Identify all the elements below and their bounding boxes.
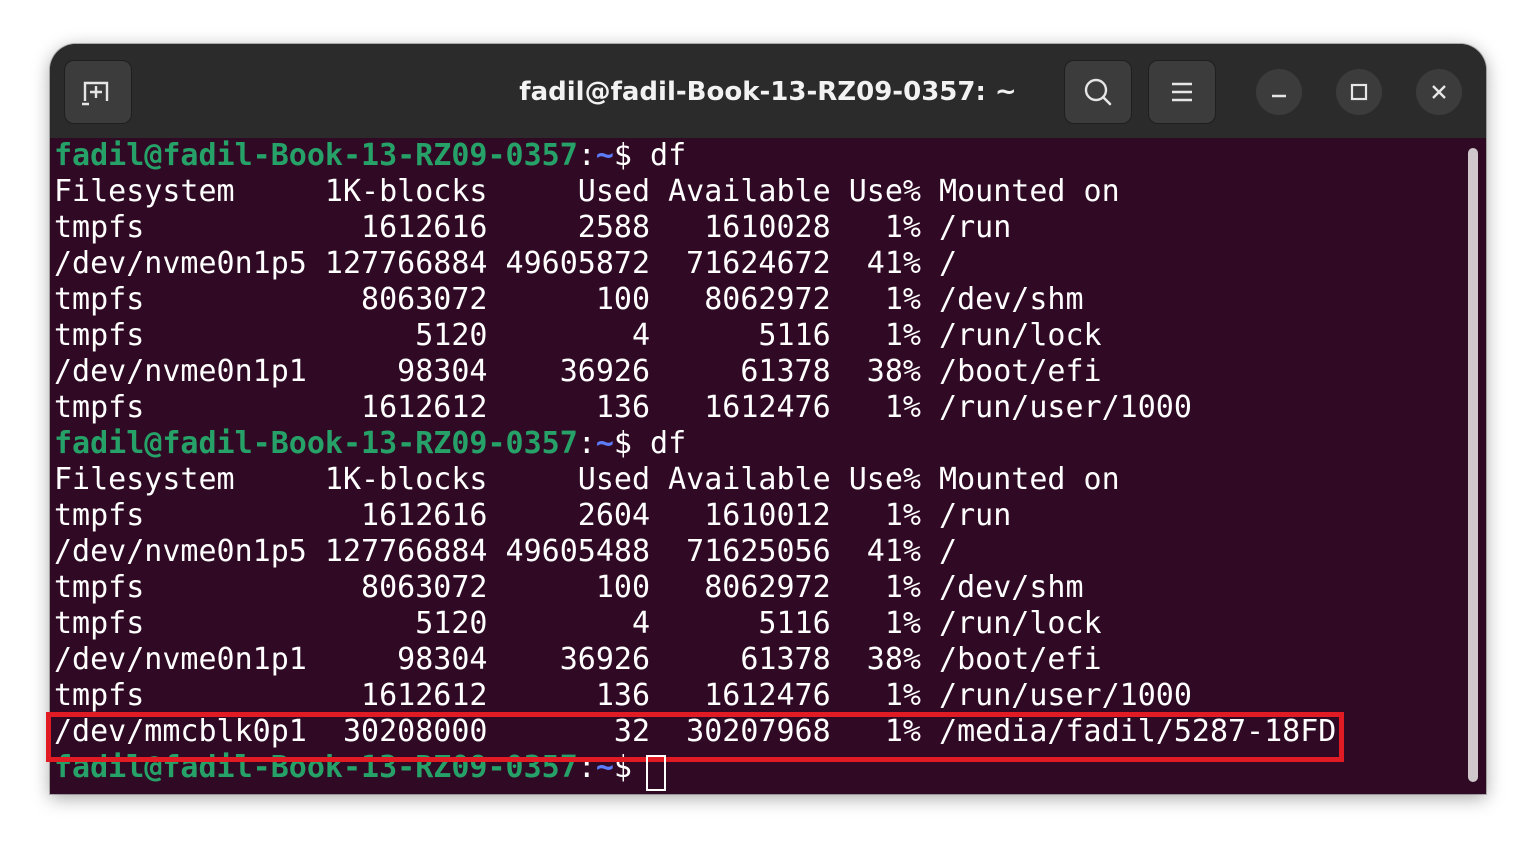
prompt-user-host: fadil@fadil-Book-13-RZ09-0357 — [54, 426, 578, 461]
terminal-output[interactable]: fadil@fadil-Book-13-RZ09-0357:~$ df File… — [50, 138, 1486, 794]
close-icon — [1432, 85, 1446, 99]
df-row: /dev/nvme0n1p5 127766884 49605488 716250… — [54, 534, 958, 569]
df-row: /dev/nvme0n1p1 98304 36926 61378 38% /bo… — [54, 354, 1102, 389]
df-row: tmpfs 1612616 2604 1610012 1% /run — [54, 498, 1012, 533]
prompt-path: ~ — [595, 426, 614, 461]
df-row: tmpfs 5120 4 5116 1% /run/lock — [54, 318, 1102, 353]
prompt-line: fadil@fadil-Book-13-RZ09-0357:~$ df — [54, 426, 686, 462]
minimize-button[interactable] — [1256, 69, 1302, 115]
highlight-box — [46, 712, 1344, 762]
prompt-symbol: $ — [613, 426, 651, 461]
command-text: df — [650, 138, 687, 173]
prompt-symbol: $ — [613, 138, 651, 173]
df-row: tmpfs 1612612 136 1612476 1% /run/user/1… — [54, 390, 1192, 425]
text-cursor — [646, 755, 666, 791]
df-row: tmpfs 8063072 100 8062972 1% /dev/shm — [54, 570, 1084, 605]
df-row: tmpfs 5120 4 5116 1% /run/lock — [54, 606, 1102, 641]
prompt-colon: : — [577, 138, 596, 173]
new-tab-icon — [82, 81, 109, 106]
df-header: Filesystem 1K-blocks Used Available Use%… — [54, 462, 1120, 497]
hamburger-menu-icon — [1172, 82, 1192, 102]
maximize-icon — [1350, 83, 1368, 101]
df-row: tmpfs 1612612 136 1612476 1% /run/user/1… — [54, 678, 1192, 713]
title-bar: fadil@fadil-Book-13-RZ09-0357: ~ — [50, 44, 1486, 138]
maximize-button[interactable] — [1336, 69, 1382, 115]
menu-button[interactable] — [1148, 60, 1216, 124]
prompt-line: fadil@fadil-Book-13-RZ09-0357:~$ df — [54, 138, 686, 174]
search-button[interactable] — [1064, 60, 1132, 124]
df-row: /dev/nvme0n1p1 98304 36926 61378 38% /bo… — [54, 642, 1102, 677]
window-title: fadil@fadil-Book-13-RZ09-0357: ~ — [519, 77, 1017, 107]
df-row: tmpfs 8063072 100 8062972 1% /dev/shm — [54, 282, 1084, 317]
minimize-icon — [1272, 94, 1286, 98]
prompt-colon: : — [577, 426, 596, 461]
prompt-user-host: fadil@fadil-Book-13-RZ09-0357 — [54, 138, 578, 173]
scrollbar[interactable] — [1468, 148, 1478, 782]
df-row: /dev/nvme0n1p5 127766884 49605872 716246… — [54, 246, 958, 281]
terminal-window: fadil@fadil-Book-13-RZ09-0357: ~ fadil@f… — [50, 44, 1486, 794]
command-text: df — [650, 426, 687, 461]
search-icon — [1084, 78, 1112, 106]
df-row: tmpfs 1612616 2588 1610028 1% /run — [54, 210, 1012, 245]
close-button[interactable] — [1416, 69, 1462, 115]
new-tab-button[interactable] — [64, 60, 132, 124]
prompt-path: ~ — [595, 138, 614, 173]
df-header: Filesystem 1K-blocks Used Available Use%… — [54, 174, 1120, 209]
